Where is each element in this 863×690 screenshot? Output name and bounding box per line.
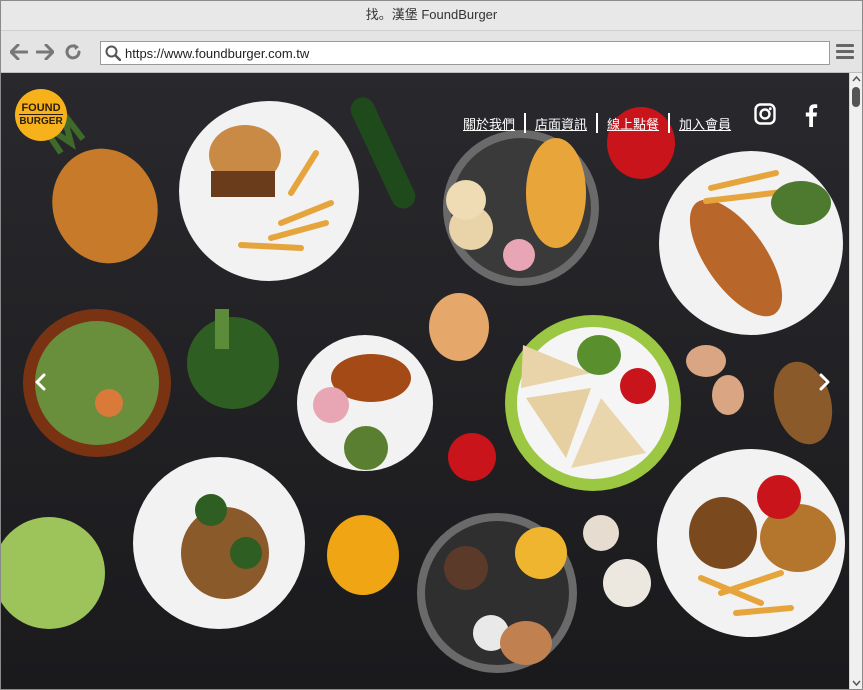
- search-icon: [105, 45, 121, 61]
- logo-line-2: BURGER: [19, 114, 63, 127]
- browser-window: 找。漢堡 FoundBurger https://www.foundburger…: [0, 0, 863, 690]
- chevron-left-icon: [35, 373, 46, 391]
- vertical-scrollbar[interactable]: [849, 73, 862, 689]
- nav-about[interactable]: 關於我們: [463, 114, 515, 133]
- carousel-prev-button[interactable]: [30, 371, 50, 393]
- reload-button[interactable]: [63, 42, 83, 62]
- nav-stores[interactable]: 店面資訊: [535, 114, 587, 133]
- hero-food-image: [1, 73, 849, 689]
- carousel-next-button[interactable]: [815, 371, 835, 393]
- scroll-up-icon[interactable]: [852, 75, 861, 83]
- nav-divider: [668, 113, 671, 133]
- site-nav: 關於我們 店面資訊 線上點餐 加入會員: [463, 113, 731, 133]
- nav-divider: [524, 113, 527, 133]
- hamburger-icon: [836, 44, 854, 47]
- menu-button[interactable]: [836, 44, 854, 60]
- arrow-right-icon: [36, 44, 54, 60]
- nav-join-member[interactable]: 加入會員: [679, 114, 731, 133]
- back-button[interactable]: [9, 42, 29, 62]
- scrollbar-thumb[interactable]: [852, 87, 860, 107]
- nav-divider: [596, 113, 599, 133]
- logo-line-1: FOUND: [21, 102, 61, 114]
- nav-order-online[interactable]: 線上點餐: [607, 114, 659, 133]
- found-burger-logo[interactable]: FOUND BURGER: [15, 89, 67, 141]
- instagram-icon[interactable]: [754, 103, 776, 125]
- arrow-left-icon: [10, 44, 28, 60]
- address-bar[interactable]: [100, 41, 830, 65]
- chevron-right-icon: [819, 373, 830, 391]
- window-title: 找。漢堡 FoundBurger: [1, 1, 862, 31]
- facebook-icon[interactable]: [803, 103, 819, 127]
- reload-icon: [65, 44, 81, 60]
- browser-toolbar: [1, 31, 862, 73]
- web-viewport: FOUND BURGER 關於我們 店面資訊 線上點餐 加入會員: [1, 73, 849, 689]
- forward-button[interactable]: [35, 42, 55, 62]
- scroll-down-icon[interactable]: [852, 679, 861, 687]
- url-input[interactable]: [125, 44, 815, 62]
